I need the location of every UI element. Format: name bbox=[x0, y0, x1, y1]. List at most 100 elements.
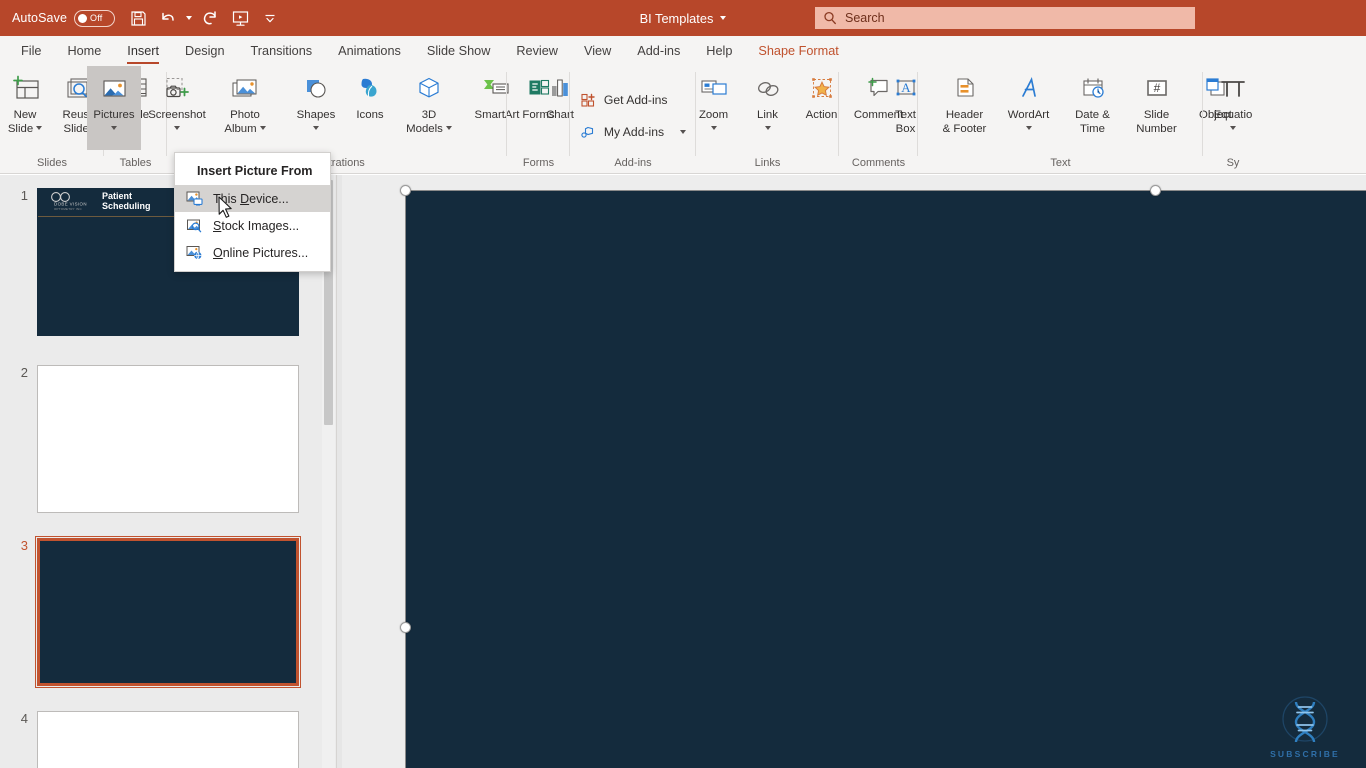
insert-picture-from-menu[interactable]: Insert Picture From This Device... Stock… bbox=[174, 152, 331, 272]
text-box-button[interactable]: A Text Box bbox=[879, 66, 933, 150]
group-label-links: Links bbox=[754, 157, 781, 169]
get-add-ins-label: Get Add-ins bbox=[603, 93, 668, 107]
undo-dropdown-icon[interactable] bbox=[183, 3, 195, 33]
text-box-icon: A bbox=[891, 71, 921, 107]
zoom-chevron-down-icon[interactable] bbox=[710, 125, 717, 130]
shapes-icon bbox=[301, 71, 331, 107]
zoom-button[interactable]: Zoom bbox=[687, 66, 741, 150]
quick-access-toolbar: AutoSave Off bbox=[0, 3, 285, 33]
3d-models-button[interactable]: 3D Models bbox=[397, 66, 461, 150]
resize-handle-top-left[interactable] bbox=[400, 185, 411, 196]
ribbon-group-symbols: Equatio Sy bbox=[1203, 66, 1263, 173]
new-slide-button[interactable]: New Slide bbox=[0, 66, 52, 150]
header-footer-button[interactable]: Header & Footer bbox=[933, 66, 997, 150]
autosave-toggle[interactable]: Off bbox=[74, 9, 116, 27]
group-label-slides: Slides bbox=[37, 157, 67, 169]
equation-chevron-down-icon[interactable] bbox=[1230, 125, 1236, 130]
redo-icon[interactable] bbox=[195, 3, 225, 33]
menu-title: Insert Picture From bbox=[197, 164, 313, 178]
slide-number-button[interactable]: # Slide Number bbox=[1125, 66, 1189, 150]
shapes-label: Shapes bbox=[296, 109, 336, 121]
header-footer-icon bbox=[950, 71, 980, 107]
subscribe-label: SUBSCRIBE bbox=[1270, 749, 1340, 759]
start-presentation-icon[interactable] bbox=[225, 3, 255, 33]
tab-add-ins[interactable]: Add-ins bbox=[624, 36, 693, 66]
ribbon-group-text: A Text Box Header & Footer WordArt Date … bbox=[895, 66, 1232, 173]
stock-images-icon bbox=[185, 218, 203, 233]
online-pictures-icon bbox=[185, 245, 203, 260]
slide-number-2: 2 bbox=[20, 365, 28, 380]
link-chevron-down-icon[interactable] bbox=[764, 125, 771, 130]
tab-shape-format[interactable]: Shape Format bbox=[745, 36, 851, 66]
wordart-chevron-down-icon[interactable] bbox=[1025, 125, 1032, 130]
new-slide-chevron-down-icon[interactable] bbox=[36, 126, 43, 131]
zoom-label: Zoom bbox=[698, 109, 729, 121]
dna-helix-icon bbox=[1282, 696, 1328, 743]
save-icon[interactable] bbox=[123, 3, 153, 33]
slide-2-preview[interactable] bbox=[37, 365, 299, 513]
date-time-button[interactable]: Date & Time bbox=[1061, 66, 1125, 150]
photo-album-button[interactable]: Photo Album bbox=[213, 66, 277, 150]
document-title-chevron-down-icon[interactable] bbox=[720, 16, 727, 20]
forms-icon bbox=[524, 71, 554, 107]
tab-design[interactable]: Design bbox=[172, 36, 238, 66]
tab-slide-show[interactable]: Slide Show bbox=[414, 36, 503, 66]
screenshot-icon bbox=[160, 71, 194, 107]
link-button[interactable]: Link bbox=[741, 66, 795, 150]
powerpoint-window: AutoSave Off BI Templates Search File Ho… bbox=[0, 0, 1366, 768]
tab-insert[interactable]: Insert bbox=[114, 36, 172, 66]
tab-transitions[interactable]: Transitions bbox=[238, 36, 326, 66]
tab-help[interactable]: Help bbox=[693, 36, 745, 66]
search-box[interactable]: Search bbox=[815, 7, 1195, 29]
tab-home[interactable]: Home bbox=[54, 36, 114, 66]
autosave-label: AutoSave bbox=[12, 11, 68, 25]
menu-item-stock-images[interactable]: Stock Images... bbox=[175, 212, 330, 239]
photo-album-label-1: Photo bbox=[230, 109, 260, 121]
link-label: Link bbox=[757, 109, 778, 121]
customize-qat-icon[interactable] bbox=[255, 3, 285, 33]
wordart-icon bbox=[1014, 71, 1044, 107]
equation-button[interactable]: Equatio bbox=[1197, 66, 1269, 150]
tab-animations[interactable]: Animations bbox=[325, 36, 414, 66]
undo-icon[interactable] bbox=[153, 3, 183, 33]
menu-item-this-device[interactable]: This Device... bbox=[175, 185, 330, 212]
slide-number-1: 1 bbox=[20, 188, 28, 203]
shapes-button[interactable]: Shapes bbox=[289, 66, 343, 150]
screenshot-button[interactable]: Screenshot bbox=[141, 66, 213, 150]
group-label-symbols: Sy bbox=[1226, 157, 1240, 169]
pictures-button[interactable]: Pictures bbox=[87, 66, 141, 150]
my-add-ins-button[interactable]: My Add-ins bbox=[574, 119, 692, 145]
3d-models-chevron-down-icon[interactable] bbox=[445, 126, 452, 131]
this-device-icon bbox=[185, 191, 203, 206]
document-title[interactable]: BI Templates bbox=[640, 11, 714, 26]
date-time-label-1: Date & bbox=[1075, 109, 1110, 121]
slide-1-title-line-1: Patient bbox=[102, 191, 133, 201]
menu-item-online-pictures[interactable]: Online Pictures... bbox=[175, 239, 330, 266]
action-icon bbox=[807, 71, 837, 107]
photo-album-chevron-down-icon[interactable] bbox=[259, 126, 266, 131]
header-footer-label-1: Header bbox=[945, 109, 984, 121]
equation-label: Equatio bbox=[1213, 109, 1253, 121]
pictures-chevron-down-icon[interactable] bbox=[111, 125, 117, 130]
resize-handle-top-center[interactable] bbox=[1150, 185, 1161, 196]
resize-handle-middle-left[interactable] bbox=[400, 622, 411, 633]
autosave-toggle-knob bbox=[78, 13, 88, 23]
slide-canvas-area[interactable]: SUBSCRIBE bbox=[342, 175, 1366, 768]
get-add-ins-button[interactable]: Get Add-ins bbox=[574, 87, 674, 113]
slide-number-label-1: Slide bbox=[1143, 109, 1170, 121]
search-icon bbox=[823, 11, 837, 25]
tab-view[interactable]: View bbox=[571, 36, 624, 66]
forms-button[interactable]: Forms bbox=[512, 66, 566, 150]
selected-shape[interactable]: SUBSCRIBE bbox=[405, 190, 1366, 768]
tab-review[interactable]: Review bbox=[503, 36, 571, 66]
slide-3-preview[interactable] bbox=[35, 536, 301, 688]
pictures-label: Pictures bbox=[93, 109, 135, 121]
slide-4-preview[interactable] bbox=[37, 711, 299, 768]
date-time-label-2: Time bbox=[1080, 122, 1105, 135]
wordart-button[interactable]: WordArt bbox=[997, 66, 1061, 150]
icons-button[interactable]: Icons bbox=[343, 66, 397, 150]
shapes-chevron-down-icon[interactable] bbox=[313, 125, 319, 130]
my-add-ins-chevron-down-icon[interactable] bbox=[680, 130, 687, 134]
screenshot-chevron-down-icon[interactable] bbox=[174, 125, 180, 130]
tab-file[interactable]: File bbox=[8, 36, 54, 66]
